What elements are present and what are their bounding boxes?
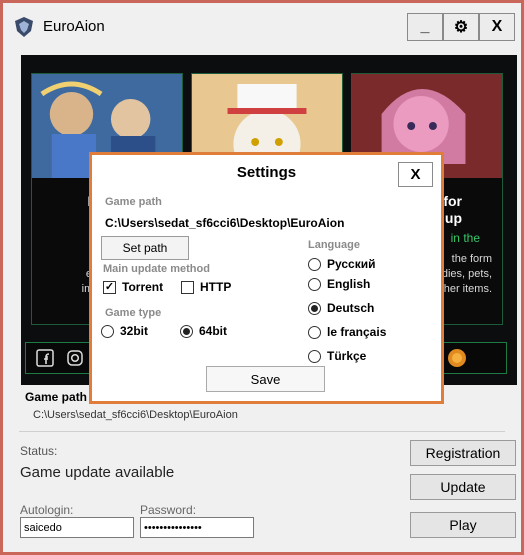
language-label-turkish: Türkçe: [327, 349, 367, 363]
radio-unselected-icon: [308, 277, 321, 291]
radio-unselected-icon: [308, 325, 321, 339]
app-logo-icon: [15, 17, 33, 37]
play-button[interactable]: Play: [410, 512, 516, 538]
game-path-value: C:\Users\sedat_sf6cci6\Desktop\EuroAion: [105, 216, 345, 230]
torrent-checkbox[interactable]: ✓ Torrent: [103, 280, 163, 294]
radio-unselected-icon: [101, 324, 114, 338]
radio-language-english[interactable]: English: [308, 277, 370, 291]
radio-unselected-icon: [308, 349, 321, 363]
password-label: Password:: [140, 503, 197, 517]
close-button[interactable]: X: [479, 13, 515, 41]
game-type-label: Game type: [105, 307, 162, 319]
radio-language-german[interactable]: Deutsch: [308, 301, 374, 315]
save-button[interactable]: Save: [206, 366, 325, 392]
app-title: EuroAion: [43, 18, 105, 35]
game-path-label: Game path: [25, 390, 88, 404]
radio-64bit-label: 64bit: [199, 324, 228, 338]
settings-gear-button[interactable]: ⚙: [443, 13, 479, 41]
update-method-label: Main update method: [103, 263, 210, 275]
radio-selected-icon: [308, 301, 321, 315]
language-label-english: English: [327, 277, 371, 291]
radio-language-turkish[interactable]: Türkçe: [308, 349, 366, 363]
http-label: HTTP: [200, 280, 232, 294]
launcher-window: EuroAion _ ⚙ X Equip w Right a Get the e…: [3, 3, 521, 552]
password-input[interactable]: [140, 517, 254, 538]
autologin-input[interactable]: [20, 517, 134, 538]
radio-32bit-label: 32bit: [120, 324, 149, 338]
status-value: Game update available: [20, 464, 175, 481]
coin-icon[interactable]: [446, 347, 468, 369]
status-label: Status:: [20, 444, 58, 458]
divider: [19, 431, 505, 432]
http-checkbox[interactable]: HTTP: [181, 280, 231, 294]
minimize-button[interactable]: _: [407, 13, 443, 41]
registration-button[interactable]: Registration: [410, 440, 516, 466]
language-label-french: le français: [327, 325, 387, 339]
game-path-value: C:\Users\sedat_sf6cci6\Desktop\EuroAion: [33, 409, 238, 421]
dialog-title: Settings: [236, 164, 297, 181]
language-label: Language: [308, 239, 360, 251]
instagram-icon[interactable]: [64, 347, 86, 369]
radio-32bit[interactable]: 32bit: [101, 324, 148, 338]
language-label-german: Deutsch: [327, 301, 375, 315]
autologin-label: Autologin:: [20, 503, 74, 517]
radio-language-russian[interactable]: Русский: [308, 257, 376, 271]
set-path-button[interactable]: Set path: [101, 236, 189, 260]
radio-selected-icon: [180, 324, 193, 338]
title-bar: EuroAion _ ⚙ X: [3, 3, 521, 49]
radio-language-french[interactable]: le français: [308, 325, 386, 339]
facebook-icon[interactable]: [34, 347, 56, 369]
social-links-bar: [25, 342, 95, 374]
checkbox-checked-icon: ✓: [103, 280, 116, 294]
game-path-label: Game path: [105, 196, 162, 208]
language-label-russian: Русский: [327, 257, 376, 271]
radio-unselected-icon: [308, 257, 321, 271]
torrent-label: Torrent: [122, 280, 164, 294]
settings-dialog: Settings X Game path C:\Users\sedat_sf6c…: [89, 152, 444, 404]
dialog-close-button[interactable]: X: [398, 162, 433, 187]
update-button[interactable]: Update: [410, 474, 516, 500]
radio-64bit[interactable]: 64bit: [180, 324, 227, 338]
checkbox-unchecked-icon: [181, 280, 194, 294]
